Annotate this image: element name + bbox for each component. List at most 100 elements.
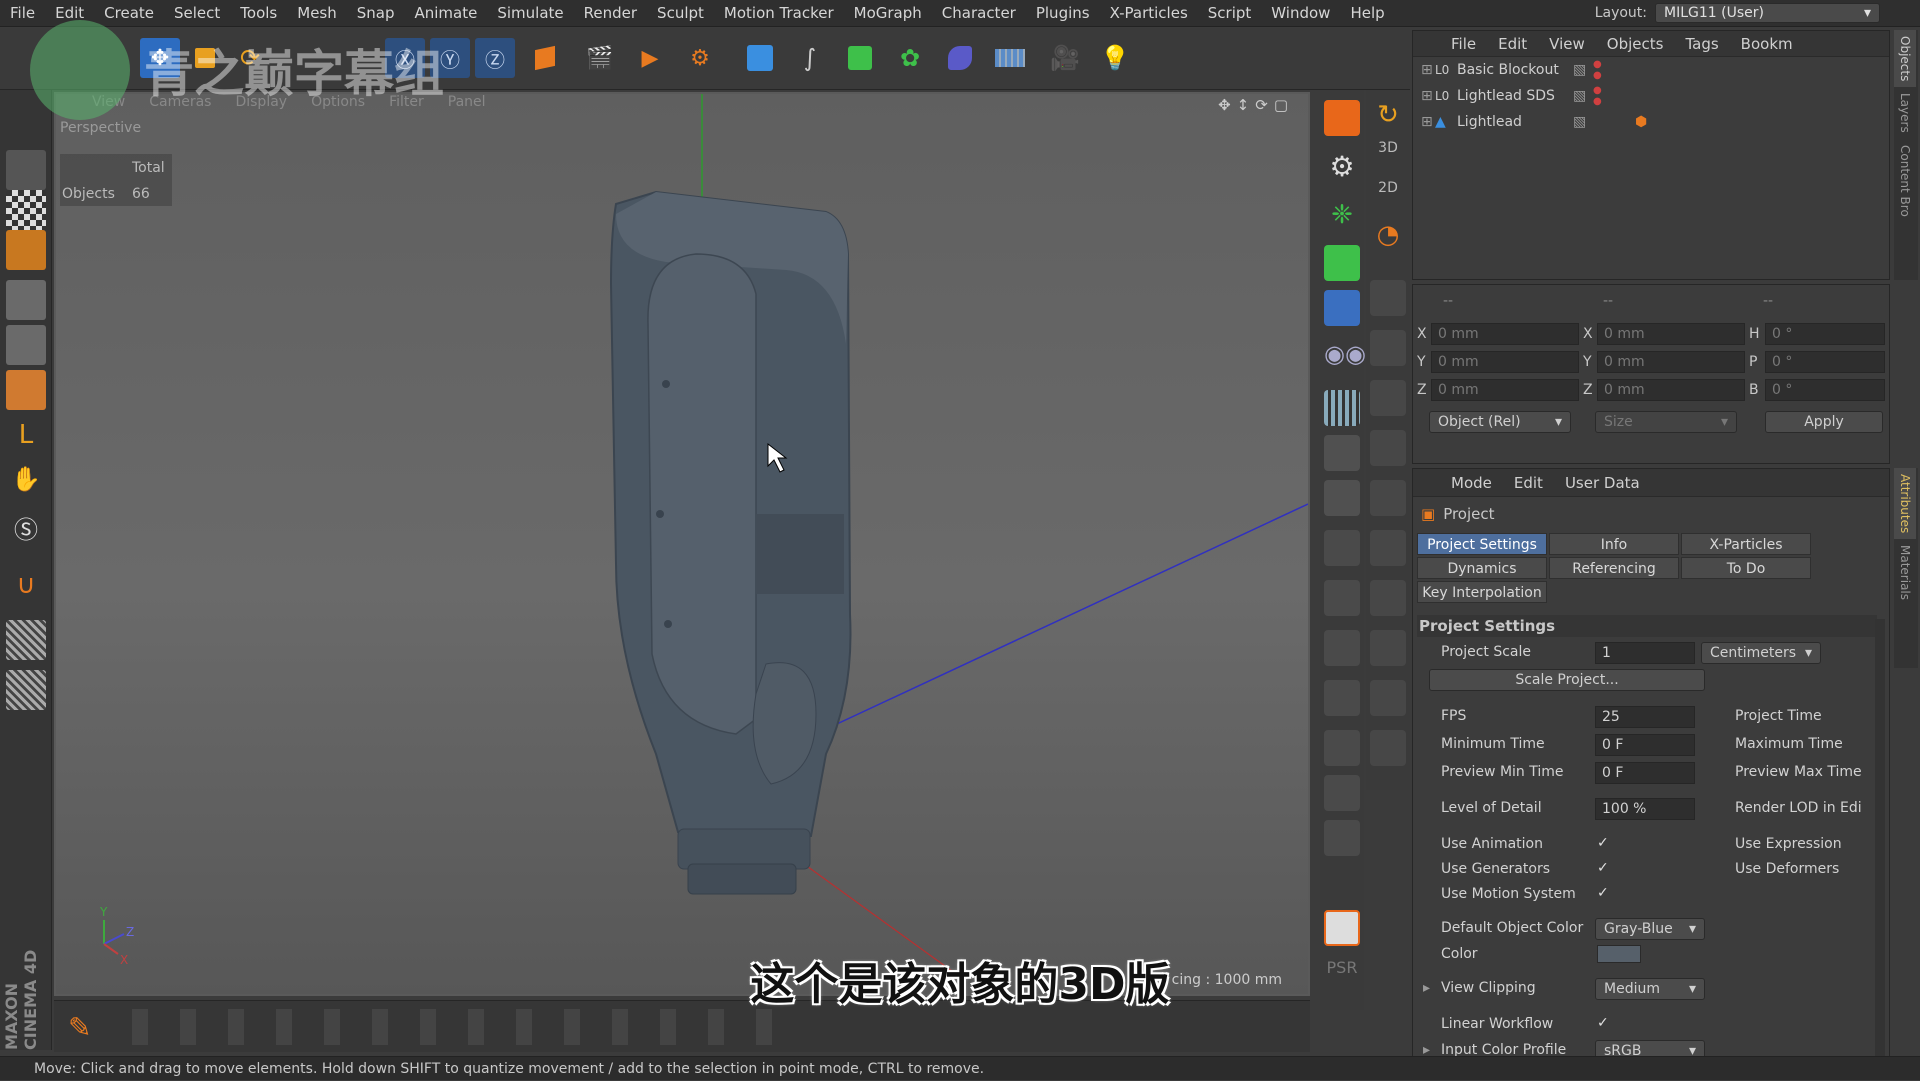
bridge-tool-icon[interactable] bbox=[1324, 290, 1360, 326]
default-object-color-select[interactable]: Gray-Blue ▾ bbox=[1595, 918, 1705, 940]
side-tab-attributes[interactable]: Attributes bbox=[1894, 468, 1916, 540]
3d-viewport[interactable]: View Cameras Display Options Filter Pane… bbox=[54, 92, 1310, 996]
z-axis-icon[interactable]: Ⓩ bbox=[475, 38, 515, 78]
render-view-icon[interactable]: 🎬 bbox=[580, 38, 620, 78]
menu-character[interactable]: Character bbox=[932, 4, 1026, 22]
om-menu-edit[interactable]: Edit bbox=[1498, 35, 1527, 53]
array-icon[interactable] bbox=[1324, 530, 1360, 566]
snap-edge-icon[interactable] bbox=[1370, 330, 1406, 366]
side-tab-objects[interactable]: Objects bbox=[1894, 30, 1916, 88]
side-tab-layers[interactable]: Layers bbox=[1894, 87, 1916, 139]
am-menu-mode[interactable]: Mode bbox=[1451, 474, 1492, 492]
points-mode-icon[interactable] bbox=[6, 325, 46, 365]
mesh-tools-strip[interactable] bbox=[114, 1009, 790, 1045]
tab-project-settings[interactable]: Project Settings bbox=[1417, 533, 1547, 555]
rotation-b-field[interactable]: 0 ° bbox=[1765, 379, 1885, 401]
camera-icon[interactable]: 🎥 bbox=[1045, 38, 1085, 78]
object-row[interactable]: ⊞ L0 Lightlead SDS ▧ ● ● bbox=[1413, 83, 1889, 109]
cloner-icon[interactable]: ✿ bbox=[890, 38, 930, 78]
menu-motion-tracker[interactable]: Motion Tracker bbox=[714, 4, 844, 22]
tab-to-do[interactable]: To Do bbox=[1681, 557, 1811, 579]
light-icon[interactable]: 💡 bbox=[1095, 38, 1135, 78]
brush-icon[interactable]: ✎ bbox=[68, 1011, 102, 1045]
menu-help[interactable]: Help bbox=[1340, 4, 1394, 22]
tab-info[interactable]: Info bbox=[1549, 533, 1679, 555]
visibility-icon[interactable]: ▧ bbox=[1573, 114, 1586, 130]
menu-x-particles[interactable]: X-Particles bbox=[1100, 4, 1198, 22]
polygon-pen-icon[interactable] bbox=[1324, 245, 1360, 281]
menu-mograph[interactable]: MoGraph bbox=[844, 4, 932, 22]
side-tab-content-browser[interactable]: Content Bro bbox=[1894, 139, 1916, 223]
linear-workflow-checkbox[interactable]: ✓ bbox=[1597, 1015, 1609, 1031]
use-motion-system-checkbox[interactable]: ✓ bbox=[1597, 885, 1609, 901]
mirror-icon[interactable] bbox=[1324, 630, 1360, 666]
deformer-icon[interactable] bbox=[940, 38, 980, 78]
snap-polygon-icon[interactable] bbox=[1370, 380, 1406, 416]
snap-grid-icon[interactable] bbox=[1370, 680, 1406, 716]
matrix-icon[interactable] bbox=[1324, 580, 1360, 616]
menu-sculpt[interactable]: Sculpt bbox=[647, 4, 714, 22]
om-menu-tags[interactable]: Tags bbox=[1685, 35, 1718, 53]
coord-size-select[interactable]: Size ▾ bbox=[1595, 411, 1737, 433]
snap-circle-icon[interactable]: ◔ bbox=[1370, 220, 1406, 256]
coord-mode-select[interactable]: Object (Rel) ▾ bbox=[1429, 411, 1571, 433]
coordinate-system-icon[interactable] bbox=[525, 38, 565, 78]
expand-icon[interactable]: ⊞ bbox=[1421, 114, 1435, 130]
level-of-detail-field[interactable]: 100 % bbox=[1595, 798, 1695, 820]
make-editable-icon[interactable] bbox=[6, 150, 46, 190]
snap-guide-icon[interactable] bbox=[1370, 630, 1406, 666]
fps-field[interactable]: 25 bbox=[1595, 706, 1695, 728]
rotation-p-field[interactable]: 0 ° bbox=[1765, 351, 1885, 373]
texture-mode-icon[interactable] bbox=[6, 190, 46, 230]
tab-x-particles[interactable]: X-Particles bbox=[1681, 533, 1811, 555]
bevel-icon[interactable] bbox=[1324, 480, 1360, 516]
render-settings-icon[interactable]: ⚙ bbox=[680, 38, 720, 78]
tab-key-interpolation[interactable]: Key Interpolation bbox=[1417, 581, 1547, 603]
solo-mode-icon[interactable]: Ⓢ bbox=[6, 510, 46, 550]
position-z-field[interactable]: 0 mm bbox=[1431, 379, 1579, 401]
grid-snap-icon[interactable] bbox=[6, 620, 46, 660]
scale-project-button[interactable]: Scale Project... bbox=[1429, 669, 1705, 691]
snap-vertex-icon[interactable] bbox=[1370, 280, 1406, 316]
slide-icon[interactable] bbox=[1324, 680, 1360, 716]
extrude-icon[interactable] bbox=[1324, 435, 1360, 471]
size-y-field[interactable]: 0 mm bbox=[1597, 351, 1745, 373]
om-menu-file[interactable]: File bbox=[1451, 35, 1476, 53]
project-scale-unit-select[interactable]: Centimeters ▾ bbox=[1701, 642, 1821, 664]
move-tool-right-icon[interactable] bbox=[1324, 100, 1360, 136]
side-tab-materials[interactable]: Materials bbox=[1894, 539, 1916, 606]
apply-button[interactable]: Apply bbox=[1765, 411, 1883, 433]
iron-icon[interactable] bbox=[1324, 820, 1360, 856]
visibility-icon[interactable]: ▧ bbox=[1573, 62, 1586, 78]
project-scale-field[interactable]: 1 bbox=[1595, 642, 1695, 664]
magnet-icon[interactable]: ↻ bbox=[1370, 100, 1406, 136]
position-y-field[interactable]: 0 mm bbox=[1431, 351, 1579, 373]
menu-render[interactable]: Render bbox=[574, 4, 647, 22]
snap-intersect-icon[interactable] bbox=[1370, 730, 1406, 766]
grid-tool-icon[interactable] bbox=[1324, 390, 1360, 426]
spline-pen-icon[interactable]: ∫ bbox=[790, 38, 830, 78]
visibility-dots-icon[interactable]: ● ● bbox=[1593, 59, 1602, 81]
tweak-mode-icon[interactable]: ✋ bbox=[6, 465, 46, 505]
brush-select-icon[interactable]: ❈ bbox=[1324, 200, 1360, 236]
lock-workplane-icon[interactable] bbox=[6, 670, 46, 710]
snap-3d-icon[interactable]: 3D bbox=[1370, 140, 1406, 176]
om-menu-objects[interactable]: Objects bbox=[1607, 35, 1664, 53]
object-row[interactable]: ⊞ ▲ Lightlead ▧ ⬢ bbox=[1413, 109, 1889, 135]
om-menu-bookmarks[interactable]: Bookm bbox=[1741, 35, 1793, 53]
model-mode-icon[interactable] bbox=[6, 280, 46, 320]
object-row[interactable]: ⊞ L0 Basic Blockout ▧ ● ● bbox=[1413, 57, 1889, 83]
menu-simulate[interactable]: Simulate bbox=[487, 4, 573, 22]
visibility-dots-icon[interactable]: ● ● bbox=[1593, 85, 1602, 107]
use-animation-checkbox[interactable]: ✓ bbox=[1597, 835, 1609, 851]
render-picture-viewer-icon[interactable]: ▶ bbox=[630, 38, 670, 78]
preview-min-time-field[interactable]: 0 F bbox=[1595, 762, 1695, 784]
am-menu-user-data[interactable]: User Data bbox=[1565, 474, 1640, 492]
size-z-field[interactable]: 0 mm bbox=[1597, 379, 1745, 401]
am-menu-edit[interactable]: Edit bbox=[1514, 474, 1543, 492]
layout-select[interactable]: MILG11 (User) ▾ bbox=[1655, 3, 1880, 23]
workplane-icon[interactable] bbox=[6, 230, 46, 270]
menu-window[interactable]: Window bbox=[1261, 4, 1340, 22]
knife-tool-icon[interactable]: ◉◉ bbox=[1324, 340, 1366, 376]
snap-workplane-icon[interactable] bbox=[1370, 580, 1406, 616]
